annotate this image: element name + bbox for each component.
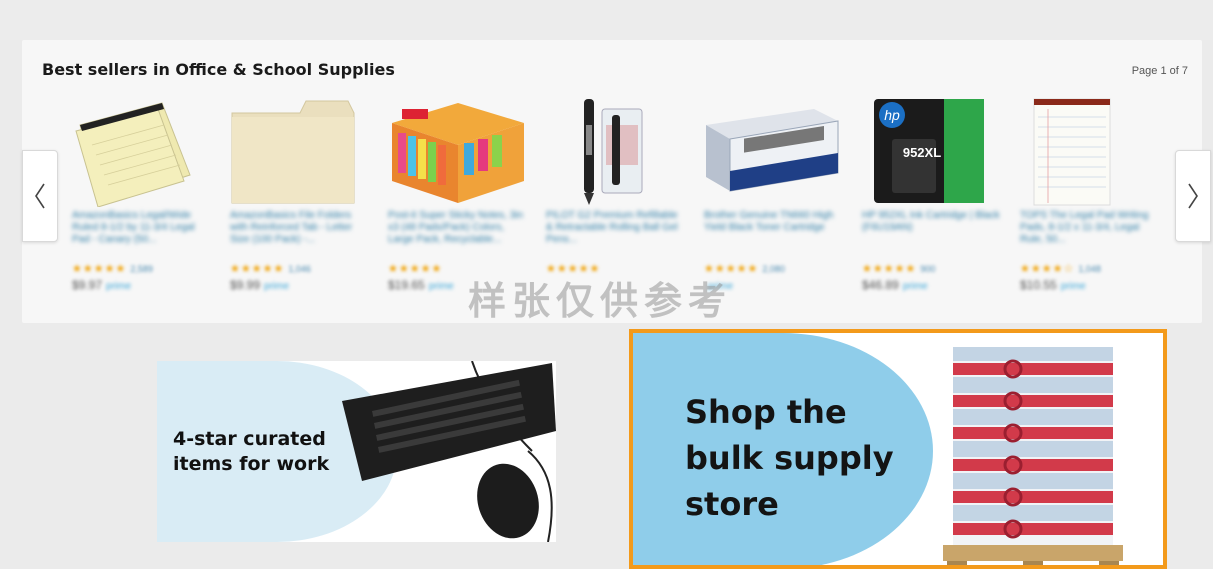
product-rating: ★★★★★ bbox=[388, 262, 446, 275]
ink-cartridge-icon[interactable]: hp 952XL bbox=[862, 95, 1002, 207]
prime-badge: prime bbox=[1060, 281, 1086, 292]
rating-stars: ★★★★★ bbox=[72, 263, 127, 275]
carousel-prev-button[interactable] bbox=[22, 150, 58, 242]
price-value: $19.65 bbox=[388, 278, 425, 292]
prime-badge: prime bbox=[902, 281, 928, 292]
product-rating: ★★★★☆ 1,048 bbox=[1020, 262, 1101, 275]
product-price: $9.97 prime bbox=[72, 278, 131, 292]
product-card[interactable]: AmazonBasics Legal/Wide Ruled 8-1/2 by 1… bbox=[72, 95, 212, 305]
curated-items-banner[interactable]: 4-star curated items for work bbox=[157, 361, 556, 542]
product-title[interactable]: AmazonBasics File Folders with Reinforce… bbox=[230, 210, 370, 246]
gel-pen-icon[interactable] bbox=[546, 95, 686, 207]
product-rating: ★★★★★ 1,046 bbox=[230, 262, 311, 275]
review-count[interactable]: 1,046 bbox=[288, 264, 311, 274]
banner-line: Shop the bbox=[685, 393, 847, 431]
product-price: $46.89 prime bbox=[862, 278, 928, 292]
product-title[interactable]: TOPS The Legal Pad Writing Pads, 8-1/2 x… bbox=[1020, 210, 1160, 246]
price-value: $46.89 bbox=[862, 278, 899, 292]
product-card[interactable]: AmazonBasics File Folders with Reinforce… bbox=[230, 95, 370, 305]
banner-line: bulk supply bbox=[685, 439, 894, 477]
banner-line: 4-star curated bbox=[173, 428, 326, 450]
writing-pad-icon[interactable] bbox=[1020, 95, 1160, 207]
bulk-banner-text: Shop the bulk supply store bbox=[685, 389, 894, 527]
chevron-right-icon bbox=[1188, 183, 1198, 209]
banner-line: items for work bbox=[173, 453, 330, 475]
hp-model-label: 952XL bbox=[903, 145, 941, 160]
carousel-next-button[interactable] bbox=[1175, 150, 1211, 242]
legal-pad-icon[interactable] bbox=[72, 95, 212, 208]
product-title[interactable]: AmazonBasics Legal/Wide Ruled 8-1/2 by 1… bbox=[72, 210, 212, 246]
water-pallet-icon bbox=[943, 347, 1123, 565]
rating-stars: ★★★★★ bbox=[388, 263, 443, 275]
price-value: $10.55 bbox=[1020, 278, 1057, 292]
product-price: $9.99 prime bbox=[230, 278, 289, 292]
rating-stars: ★★★★★ bbox=[862, 263, 917, 275]
watermark-text: 样张仅供参考 bbox=[468, 279, 733, 323]
chevron-left-icon bbox=[35, 183, 45, 209]
rating-stars: ★★★★★ bbox=[230, 263, 285, 275]
prime-badge: prime bbox=[428, 281, 454, 292]
keyboard-mouse-icon bbox=[342, 361, 556, 542]
product-price: $19.65 prime bbox=[388, 278, 454, 292]
hp-logo: hp bbox=[884, 107, 900, 123]
product-price: $10.55 prime bbox=[1020, 278, 1086, 292]
prime-badge: prime bbox=[106, 281, 132, 292]
review-count[interactable]: 2,080 bbox=[762, 264, 785, 274]
banner-line: store bbox=[685, 485, 779, 523]
toner-cartridge-icon[interactable] bbox=[704, 95, 844, 207]
rating-stars: ★★★★☆ bbox=[1020, 263, 1075, 275]
product-card[interactable]: hp 952XL HP 952XL Ink Cartridge | Black … bbox=[862, 95, 1002, 305]
product-title[interactable]: PILOT G2 Premium Refillable & Retractabl… bbox=[546, 210, 686, 246]
sticky-notes-icon[interactable] bbox=[388, 95, 528, 207]
product-title[interactable]: Brother Genuine TN660 High Yield Black T… bbox=[704, 210, 844, 234]
product-card[interactable]: TOPS The Legal Pad Writing Pads, 8-1/2 x… bbox=[1020, 95, 1160, 305]
product-title[interactable]: Post-it Super Sticky Notes, 3in x3 (48 P… bbox=[388, 210, 528, 246]
product-title[interactable]: HP 952XL Ink Cartridge | Black (F6U19AN) bbox=[862, 210, 1002, 234]
file-folder-icon[interactable] bbox=[230, 95, 370, 207]
carousel-title: Best sellers in Office & School Supplies bbox=[42, 60, 395, 79]
price-value: $9.97 bbox=[72, 278, 103, 292]
bulk-supply-store-banner[interactable]: Shop the bulk supply store bbox=[629, 329, 1167, 569]
top-bar bbox=[0, 0, 1213, 40]
product-rating: ★★★★★ 900 bbox=[862, 262, 935, 275]
prime-badge: prime bbox=[264, 281, 290, 292]
review-count[interactable]: 2,589 bbox=[130, 264, 153, 274]
price-value: $9.99 bbox=[230, 278, 261, 292]
review-count[interactable]: 900 bbox=[920, 264, 935, 274]
review-count[interactable]: 1,048 bbox=[1078, 264, 1101, 274]
curated-banner-text: 4-star curated items for work bbox=[173, 427, 329, 477]
page-indicator: Page 1 of 7 bbox=[1131, 65, 1188, 77]
product-rating: ★★★★★ 2,589 bbox=[72, 262, 153, 275]
